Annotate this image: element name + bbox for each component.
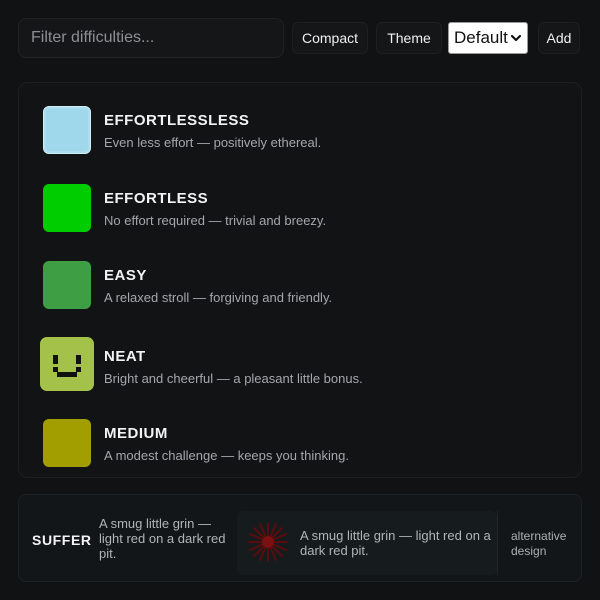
pale-blue-square-icon [43,106,91,154]
chevron-down-icon [508,29,524,47]
theme-select-value: Default [454,28,508,47]
difficulty-title: EFFORTLESS [104,190,209,207]
divider [497,511,498,575]
difficulty-title: NEAT [104,348,146,365]
difficulty-title: MEDIUM [104,425,168,442]
smiley-face-icon [40,337,94,391]
list-item[interactable]: EFFORTLESSLESS Even less effort — positi… [43,106,563,154]
red-starburst-icon [243,517,293,567]
suffer-title: SUFFER [32,532,92,548]
list-item[interactable]: EASY A relaxed stroll — forgiving and fr… [43,261,563,309]
compact-button[interactable]: Compact [292,22,368,54]
list-item[interactable]: NEAT Bright and cheerful — a pleasant li… [40,337,563,393]
dark-green-square-icon [43,261,91,309]
alternative-design-card[interactable]: A smug little grin — light red on a dark… [237,511,497,575]
difficulty-description: Bright and cheerful — a pleasant little … [104,371,363,386]
add-button[interactable]: Add [538,22,580,54]
list-item[interactable]: MEDIUM A modest challenge — keeps you th… [43,419,563,467]
difficulty-title: EASY [104,267,147,284]
theme-button[interactable]: Theme [376,22,442,54]
toolbar: Compact Theme Default Add [18,18,582,58]
alternative-description: A smug little grin — light red on a dark… [300,528,491,558]
theme-select[interactable]: Default [448,22,528,54]
difficulty-description: No effort required — trivial and breezy. [104,213,327,228]
difficulty-list: EFFORTLESSLESS Even less effort — positi… [18,82,582,478]
filter-input[interactable] [18,18,284,58]
difficulty-description: A modest challenge — keeps you thinking. [104,448,349,463]
difficulty-description: A relaxed stroll — forgiving and friendl… [104,290,333,305]
olive-square-icon [43,419,91,467]
suffer-description: A smug little grin — light red on a dark… [99,516,226,561]
difficulty-title: EFFORTLESSLESS [104,112,250,129]
alternative-design-label: alternative design [511,529,567,558]
suffer-panel: SUFFER A smug little grin — light red on… [18,494,582,582]
list-item[interactable]: EFFORTLESS No effort required — trivial … [43,184,563,232]
difficulty-description: Even less effort — positively ethereal. [104,135,322,150]
green-square-icon [43,184,91,232]
